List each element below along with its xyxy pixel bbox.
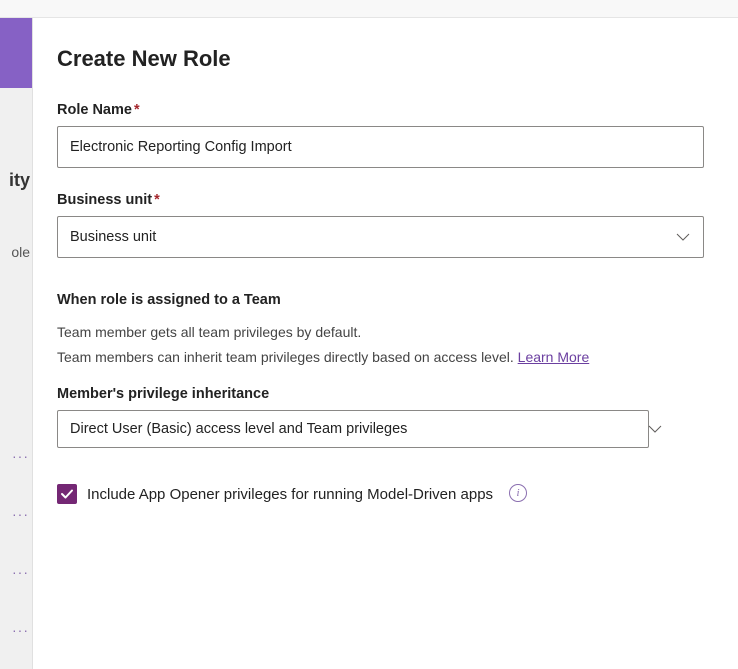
left-nav-divider: ··· [12, 564, 29, 580]
chevron-down-icon [648, 425, 662, 433]
team-section-heading: When role is assigned to a Team [57, 292, 704, 308]
left-nav-peek-2: ole [0, 244, 30, 260]
left-accent [0, 18, 32, 88]
inheritance-label: Member's privilege inheritance [57, 386, 704, 402]
required-indicator: * [154, 192, 160, 208]
info-icon[interactable]: i [509, 484, 527, 502]
role-name-label: Role Name* [57, 102, 704, 118]
top-bar [0, 0, 738, 18]
business-unit-select[interactable]: Business unit [57, 216, 704, 258]
left-nav-divider: ··· [12, 506, 29, 522]
panel-title: Create New Role [57, 46, 704, 72]
include-app-opener-checkbox[interactable] [57, 484, 77, 504]
business-unit-value: Business unit [70, 229, 156, 245]
team-description-2: Team members can inherit team privileges… [57, 347, 704, 368]
team-description-1: Team member gets all team privileges by … [57, 322, 704, 343]
left-nav-divider: ··· [12, 622, 29, 638]
include-app-opener-row: Include App Opener privileges for runnin… [57, 484, 704, 504]
left-nav-peek-1: ity [0, 170, 30, 191]
required-indicator: * [134, 102, 140, 118]
inheritance-value: Direct User (Basic) access level and Tea… [70, 421, 407, 437]
left-nav-divider: ··· [12, 448, 29, 464]
create-role-panel: Create New Role Role Name* Business unit… [32, 18, 738, 669]
business-unit-label: Business unit* [57, 192, 704, 208]
inheritance-select[interactable]: Direct User (Basic) access level and Tea… [57, 410, 704, 448]
include-app-opener-label: Include App Opener privileges for runnin… [87, 486, 493, 503]
role-name-input[interactable] [57, 126, 704, 168]
learn-more-link[interactable]: Learn More [518, 349, 590, 365]
